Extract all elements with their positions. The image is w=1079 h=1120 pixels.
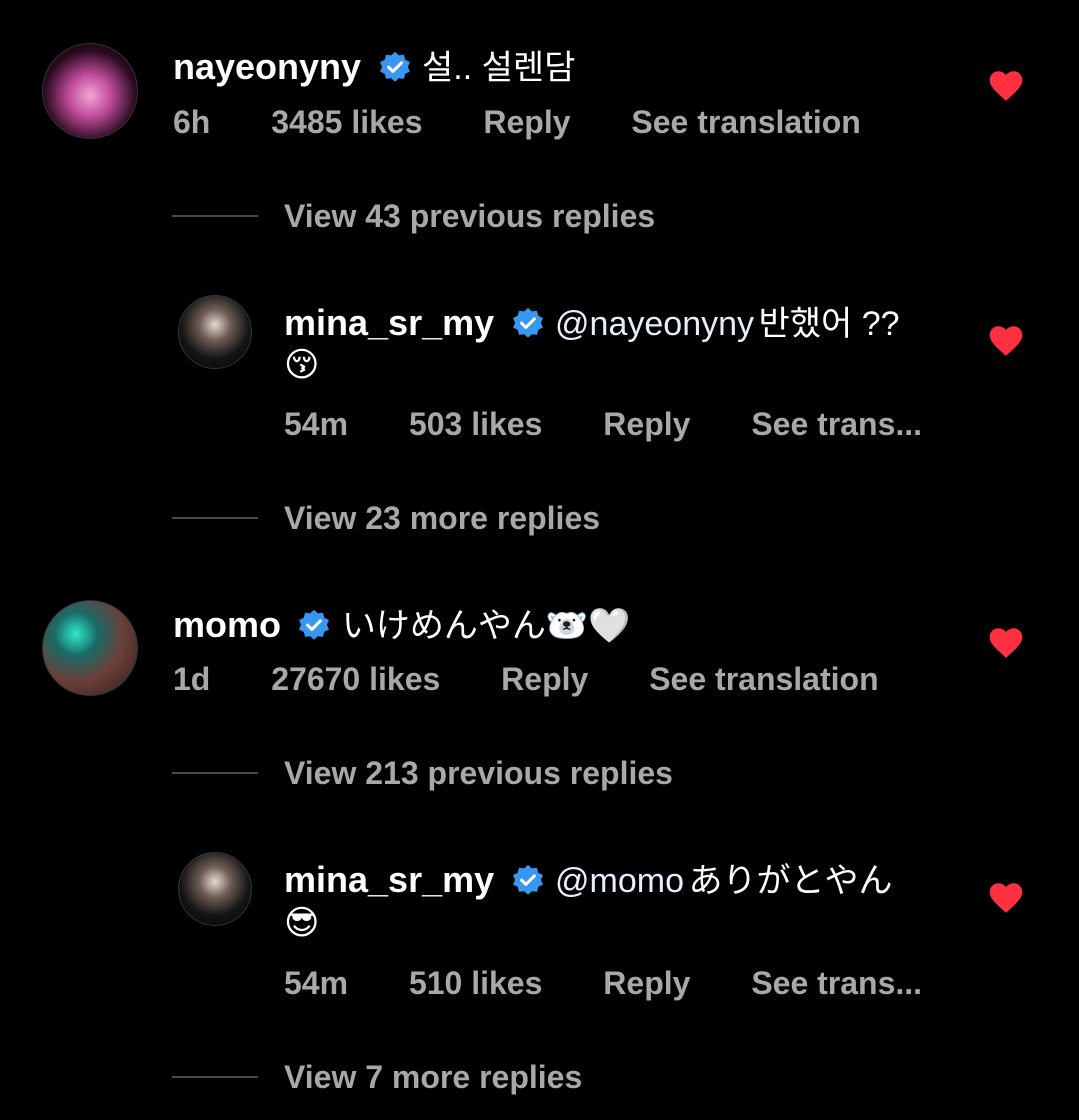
reply-time: 54m [284, 965, 349, 1001]
thread-line [172, 1076, 258, 1078]
mention-link[interactable]: @nayeonyny [555, 305, 754, 343]
comment-row: nayeonyny 설.. 설렌담 [173, 40, 575, 89]
see-translation-button[interactable]: See translation [631, 104, 860, 140]
reply-meta: 54m 510 likes Reply See trans... [284, 965, 922, 1002]
mention-link[interactable]: @momo [555, 862, 684, 900]
avatar[interactable] [42, 43, 138, 139]
view-replies-button[interactable]: View 23 more replies [284, 500, 600, 537]
likes-count[interactable]: 27670 likes [271, 661, 440, 697]
comment-meta: 1d 27670 likes Reply See translation [173, 661, 879, 698]
see-translation-button[interactable]: See translation [649, 661, 878, 697]
reply-button[interactable]: Reply [603, 406, 690, 442]
reply-row: mina_sr_my @momo ありがとやん [284, 853, 892, 902]
see-translation-button[interactable]: See trans... [751, 406, 922, 442]
comment-text: いけめんやん🐻‍❄️🤍 [341, 607, 631, 645]
avatar[interactable] [178, 295, 252, 369]
view-replies-button[interactable]: View 213 previous replies [284, 755, 673, 792]
reply-text: 반했어 ?? [758, 305, 900, 343]
comment-time: 6h [173, 104, 211, 140]
reply-username[interactable]: mina_sr_my [284, 302, 494, 343]
reply-username[interactable]: mina_sr_my [284, 859, 494, 900]
avatar[interactable] [42, 600, 138, 696]
thread-line [172, 772, 258, 774]
likes-count[interactable]: 510 likes [409, 965, 542, 1001]
avatar[interactable] [178, 852, 252, 926]
heart-icon[interactable] [989, 325, 1023, 357]
reply-meta: 54m 503 likes Reply See trans... [284, 406, 922, 443]
likes-count[interactable]: 3485 likes [271, 104, 422, 140]
comment-meta: 6h 3485 likes Reply See translation [173, 104, 861, 141]
reply-text: ありがとやん [688, 862, 893, 900]
thread-line [172, 517, 258, 519]
see-translation-button[interactable]: See trans... [751, 965, 922, 1001]
verified-badge-icon [512, 307, 543, 338]
comment-time: 1d [173, 661, 211, 697]
reply-button[interactable]: Reply [483, 104, 570, 140]
verified-badge-icon [299, 609, 330, 640]
view-replies-button[interactable]: View 43 previous replies [284, 198, 655, 235]
reply-row: mina_sr_my @nayeonyny 반했어 ?? [284, 296, 900, 345]
reply-emoji: 😚 [284, 346, 320, 384]
heart-icon[interactable] [989, 882, 1023, 914]
view-replies-button[interactable]: View 7 more replies [284, 1059, 582, 1096]
reply-emoji: 😎 [284, 904, 320, 942]
comment-username[interactable]: nayeonyny [173, 46, 361, 87]
comment-text: 설.. 설렌담 [421, 49, 576, 87]
heart-icon[interactable] [989, 627, 1023, 659]
likes-count[interactable]: 503 likes [409, 406, 542, 442]
thread-line [172, 215, 258, 217]
reply-time: 54m [284, 406, 349, 442]
verified-badge-icon [512, 864, 543, 895]
reply-button[interactable]: Reply [603, 965, 690, 1001]
comment-row: momo いけめんやん🐻‍❄️🤍 [173, 598, 631, 647]
reply-button[interactable]: Reply [501, 661, 588, 697]
heart-icon[interactable] [989, 70, 1023, 102]
verified-badge-icon [379, 51, 410, 82]
comment-username[interactable]: momo [173, 604, 281, 645]
